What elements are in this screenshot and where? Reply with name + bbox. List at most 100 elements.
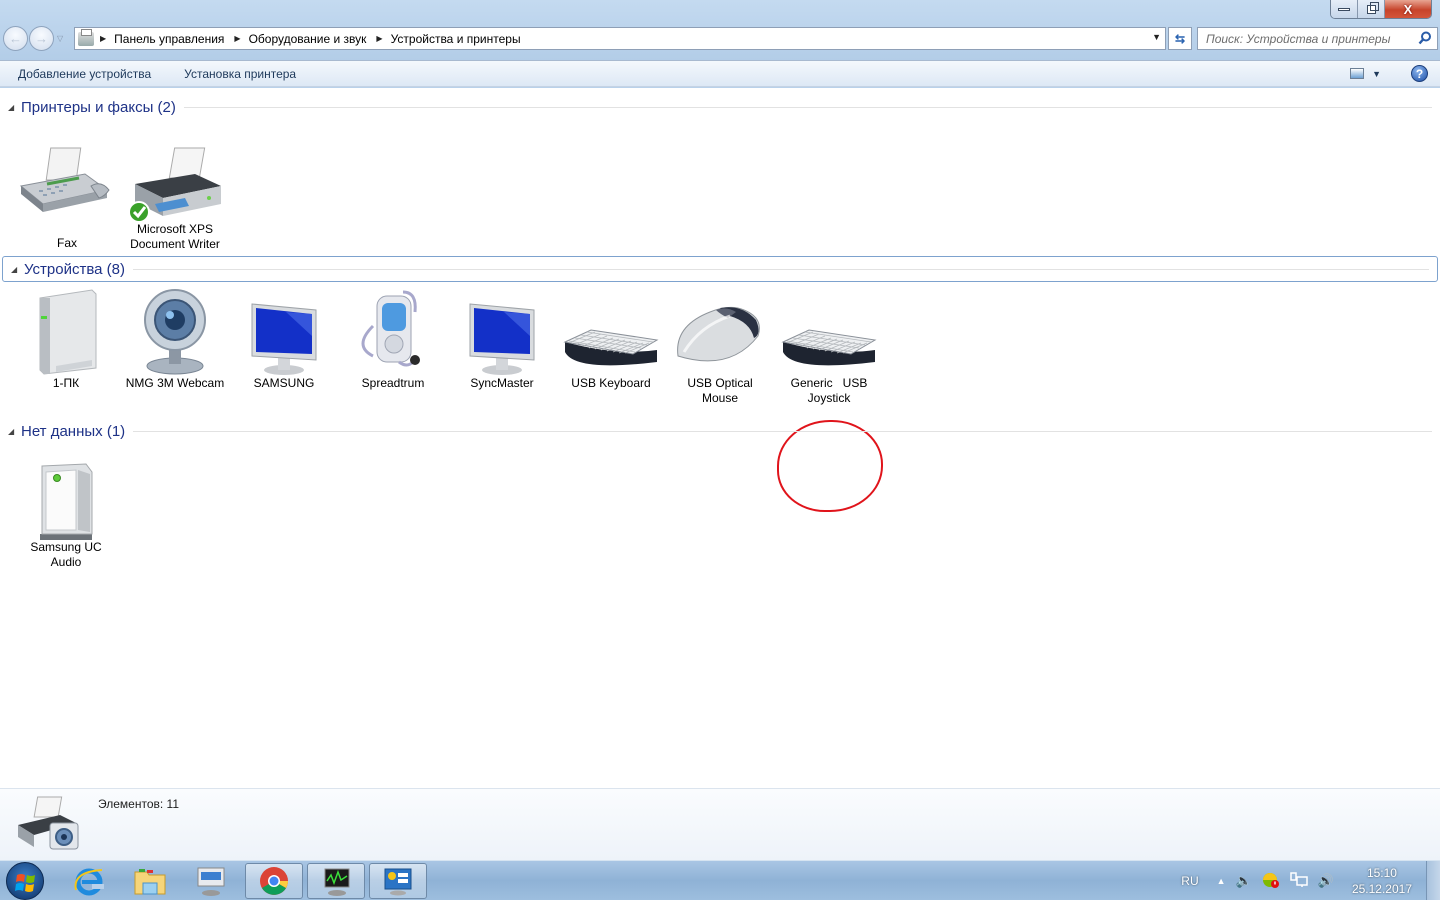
windows-logo-icon — [15, 874, 35, 892]
fax-icon — [17, 146, 117, 236]
search-input[interactable] — [1206, 31, 1416, 46]
monitor-icon — [234, 286, 334, 376]
group-divider — [183, 106, 1432, 108]
show-desktop-button[interactable] — [1426, 861, 1440, 900]
add-printer-button[interactable]: Установка принтера — [169, 67, 311, 81]
collapse-triangle-icon[interactable]: ◢ — [8, 427, 21, 436]
device-label: SyncMaster — [470, 376, 534, 390]
group-title: Нет данных (1) — [21, 422, 126, 440]
nav-buttons: ← → ▽ — [3, 26, 63, 51]
help-button[interactable]: ? — [1411, 65, 1428, 82]
command-bar: Добавление устройства Установка принтера… — [0, 60, 1440, 87]
title-bar: X ← → ▽ ▶ Панель управления ▶ Оборудован… — [0, 0, 1440, 60]
group-divider — [132, 268, 1429, 270]
refresh-button[interactable]: ⇆ — [1168, 27, 1192, 50]
device-samsung-uc-audio[interactable]: Samsung UC Audio — [16, 458, 116, 570]
device-label: Generic USB Joystick — [790, 376, 871, 405]
mouse-icon — [670, 286, 770, 376]
device-label: NMG 3M Webcam — [125, 376, 225, 390]
computer-icon — [16, 286, 116, 376]
device-samsung[interactable]: SAMSUNG — [234, 286, 334, 391]
show-hidden-icons-icon[interactable]: ▲ — [1217, 876, 1226, 886]
resource-monitor-icon — [324, 868, 350, 896]
taskbar: RU ▲ 🔈 🔊 15:10 25.12.2017 — [0, 860, 1440, 900]
minimize-icon — [1338, 7, 1350, 11]
forward-button[interactable]: → — [29, 26, 54, 51]
keyboard-icon — [561, 286, 661, 376]
taskbar-chrome[interactable] — [245, 863, 303, 899]
search-icon[interactable] — [1418, 31, 1432, 45]
start-button[interactable] — [6, 862, 44, 900]
network-warning-icon[interactable] — [1262, 872, 1280, 891]
address-dropdown-icon[interactable]: ▼ — [1152, 32, 1161, 42]
keyboard-icon — [779, 286, 879, 376]
breadcrumb-hardware-sound[interactable]: Оборудование и звук — [249, 32, 367, 46]
breadcrumb-devices-printers[interactable]: Устройства и принтеры — [391, 32, 521, 46]
monitor-keyboard-icon — [197, 867, 225, 896]
back-button[interactable]: ← — [3, 26, 28, 51]
group-title: Принтеры и факсы (2) — [21, 98, 176, 116]
speaker-tray-icon[interactable]: 🔈 — [1236, 873, 1252, 889]
device-microsoft-xps-writer[interactable]: Microsoft XPS Document Writer — [125, 146, 225, 252]
folder-icon — [134, 869, 166, 895]
device-generic-usb-joystick[interactable]: Generic USB Joystick — [779, 286, 879, 406]
device-label: USB Optical Mouse — [687, 376, 753, 405]
breadcrumb-arrow-icon[interactable]: ▶ — [234, 34, 240, 43]
clock-date: 25.12.2017 — [1351, 882, 1412, 896]
control-panel-icon — [384, 868, 412, 896]
device-spreadtrum[interactable]: Spreadtrum — [343, 286, 443, 391]
close-icon: X — [1403, 1, 1413, 17]
device-label: Fax — [56, 236, 77, 250]
device-label: Spreadtrum — [361, 376, 425, 390]
add-device-button[interactable]: Добавление устройства — [3, 67, 166, 81]
internet-explorer-icon — [74, 868, 104, 896]
clock[interactable]: 15:10 25.12.2017 — [1352, 865, 1412, 897]
group-divider — [133, 430, 1432, 432]
device-fax[interactable]: Fax — [17, 146, 117, 251]
item-count: Элементов: 11 — [98, 797, 179, 811]
collapse-triangle-icon[interactable]: ◢ — [8, 103, 21, 112]
device-nmg-webcam[interactable]: NMG 3M Webcam — [125, 286, 225, 391]
recent-pages-dropdown[interactable]: ▽ — [57, 34, 63, 43]
language-indicator[interactable]: RU — [1181, 874, 1198, 888]
window-controls: X — [1330, 0, 1432, 19]
device-syncmaster[interactable]: SyncMaster — [452, 286, 552, 391]
device-1-pk[interactable]: 1-ПК — [16, 286, 116, 391]
breadcrumb-control-panel[interactable]: Панель управления — [114, 32, 224, 46]
details-devices-icon — [16, 795, 84, 856]
forward-arrow-icon: → — [35, 31, 48, 46]
details-pane: Элементов: 11 — [0, 788, 1440, 860]
back-arrow-icon: ← — [9, 31, 22, 46]
group-devices[interactable]: ◢ Устройства (8) — [2, 256, 1438, 282]
chrome-icon — [260, 867, 288, 895]
taskbar-control-panel[interactable] — [369, 863, 427, 899]
address-bar[interactable]: ▶ Панель управления ▶ Оборудование и зву… — [74, 27, 1166, 50]
toolbar-right: ▼ ? — [1350, 65, 1428, 82]
minimize-button[interactable] — [1331, 0, 1358, 18]
device-usb-optical-mouse[interactable]: USB Optical Mouse — [670, 286, 770, 406]
breadcrumb-arrow-icon[interactable]: ▶ — [376, 34, 382, 43]
taskbar-resource-monitor[interactable] — [307, 863, 365, 899]
device-usb-keyboard[interactable]: USB Keyboard — [561, 286, 661, 391]
device-label: USB Keyboard — [571, 376, 651, 390]
media-player-icon — [343, 286, 443, 376]
generic-device-icon — [16, 458, 116, 548]
taskbar-devices-printers[interactable] — [182, 863, 240, 899]
view-options-dropdown-icon[interactable]: ▼ — [1372, 69, 1381, 79]
search-box — [1197, 27, 1438, 50]
group-no-data[interactable]: ◢ Нет данных (1) — [0, 418, 1440, 444]
breadcrumb-arrow-icon[interactable]: ▶ — [100, 34, 106, 43]
printer-icon — [125, 146, 225, 236]
restore-button[interactable] — [1358, 0, 1385, 18]
close-button[interactable]: X — [1385, 0, 1431, 18]
restore-icon — [1366, 1, 1379, 14]
taskbar-windows-explorer[interactable] — [121, 863, 179, 899]
group-printers-faxes[interactable]: ◢ Принтеры и факсы (2) — [0, 94, 1440, 120]
taskbar-internet-explorer[interactable] — [60, 863, 118, 899]
devices-pane: ◢ Принтеры и факсы (2) Fax Microsoft XPS… — [0, 88, 1440, 788]
change-view-icon[interactable] — [1350, 68, 1365, 79]
volume-icon[interactable]: 🔊 — [1318, 873, 1334, 889]
help-icon: ? — [1415, 66, 1424, 81]
network-icon[interactable] — [1290, 871, 1308, 891]
collapse-triangle-icon[interactable]: ◢ — [11, 265, 24, 274]
